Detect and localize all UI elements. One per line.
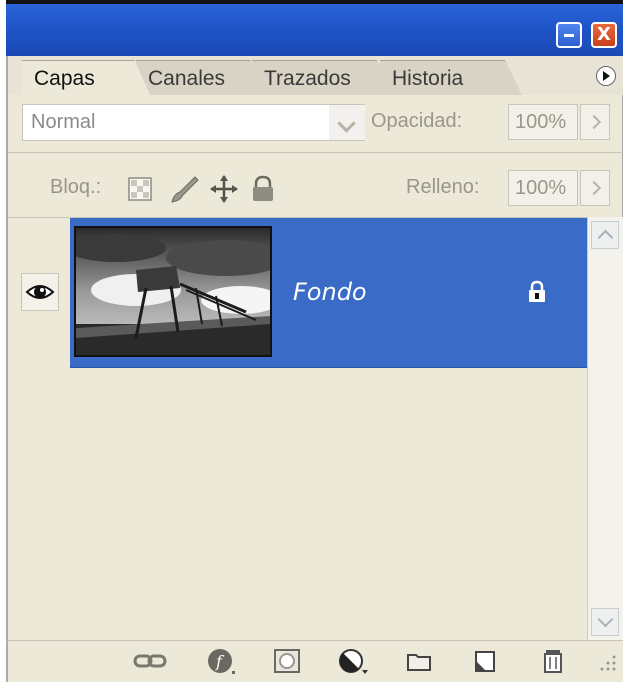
divider bbox=[8, 152, 623, 153]
tab-canales[interactable]: Canales bbox=[136, 60, 266, 95]
new-layer-icon[interactable] bbox=[470, 647, 500, 675]
trash-icon[interactable] bbox=[538, 647, 568, 675]
resize-grip-icon[interactable] bbox=[596, 647, 620, 675]
tab-capas[interactable]: Capas bbox=[22, 60, 150, 95]
opacity-value: 100% bbox=[515, 111, 567, 133]
layer-row[interactable]: Fondo bbox=[8, 218, 587, 368]
layer-name[interactable]: Fondo bbox=[293, 278, 367, 306]
scroll-up-button[interactable] bbox=[591, 221, 619, 249]
adjustment-layer-icon[interactable] bbox=[338, 647, 368, 675]
bottom-toolbar: f bbox=[6, 640, 623, 682]
eye-icon bbox=[25, 285, 55, 299]
lock-transparency-icon[interactable] bbox=[126, 174, 162, 204]
chevron-down-icon[interactable] bbox=[329, 105, 365, 140]
tab-trazados[interactable]: Trazados bbox=[252, 60, 394, 95]
tab-bar: Capas Canales Trazados Historia bbox=[6, 56, 623, 95]
new-group-icon[interactable] bbox=[404, 647, 434, 675]
lock-label: Bloq.: bbox=[50, 176, 102, 198]
blend-mode-value: Normal bbox=[31, 111, 96, 133]
panel-titlebar[interactable]: X bbox=[6, 0, 623, 56]
scroll-down-button[interactable] bbox=[591, 608, 619, 636]
fill-slider-arrow[interactable] bbox=[580, 170, 610, 206]
minimize-button[interactable] bbox=[556, 22, 582, 48]
panel-menu-icon[interactable] bbox=[596, 66, 616, 86]
opacity-field[interactable]: 100% bbox=[508, 104, 578, 140]
tab-historia[interactable]: Historia bbox=[380, 60, 522, 95]
opacity-label: Opacidad: bbox=[371, 110, 463, 132]
panel-content: Normal Opacidad: 100% Bloq.: Relleno: 10… bbox=[6, 95, 623, 641]
visibility-toggle[interactable] bbox=[21, 273, 59, 311]
lock-position-move-icon[interactable] bbox=[208, 174, 244, 204]
blend-mode-select[interactable]: Normal bbox=[22, 104, 365, 141]
layer-thumbnail bbox=[74, 226, 272, 357]
layers-scrollbar[interactable] bbox=[587, 217, 623, 640]
layer-style-icon[interactable]: f bbox=[206, 647, 236, 675]
layers-panel: X Capas Canales Trazados Historia Normal… bbox=[6, 0, 623, 682]
tab-label: Trazados bbox=[264, 67, 351, 90]
layers-list: Fondo bbox=[8, 217, 587, 641]
fill-field[interactable]: 100% bbox=[508, 170, 578, 206]
fill-value: 100% bbox=[515, 177, 567, 199]
fill-label: Relleno: bbox=[406, 176, 480, 198]
tab-label: Capas bbox=[34, 67, 95, 90]
close-button[interactable]: X bbox=[591, 22, 617, 48]
lock-paint-brush-icon[interactable] bbox=[168, 174, 204, 204]
tab-label: Canales bbox=[148, 67, 226, 90]
layer-mask-icon[interactable] bbox=[272, 647, 302, 675]
opacity-slider-arrow[interactable] bbox=[580, 104, 610, 140]
lock-all-icon[interactable] bbox=[248, 174, 284, 204]
link-layers-icon[interactable] bbox=[133, 647, 169, 675]
layer-lock-icon bbox=[529, 280, 545, 302]
tab-label: Historia bbox=[392, 67, 464, 90]
